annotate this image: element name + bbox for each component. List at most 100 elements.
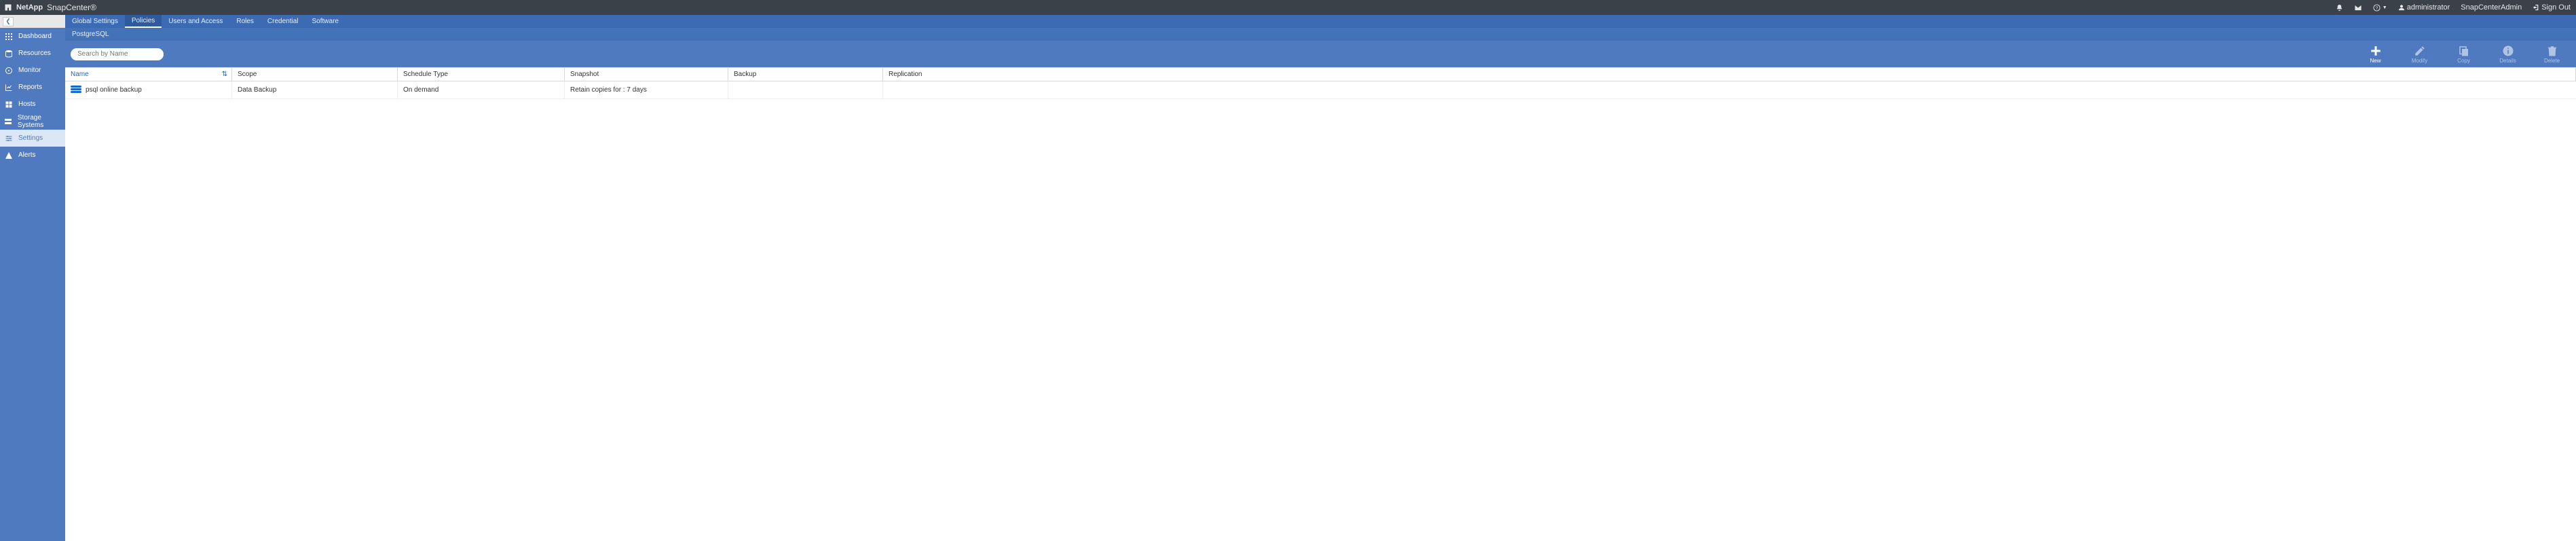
sidebar-item-label: Resources xyxy=(18,50,51,57)
sidebar-collapse-row: ❮ xyxy=(0,15,65,28)
signout-button[interactable]: Sign Out xyxy=(2527,0,2576,15)
search-input[interactable] xyxy=(71,48,164,60)
pencil-icon xyxy=(2414,45,2426,57)
grid-icon xyxy=(4,32,14,41)
cell-snapshot: Retain copies for : 7 days xyxy=(565,81,728,98)
signout-icon xyxy=(2533,4,2539,11)
action-modify[interactable]: Modify xyxy=(2401,45,2438,64)
role-text: SnapCenterAdmin xyxy=(2461,3,2522,12)
notifications-button[interactable] xyxy=(2330,0,2349,15)
col-header-label: Schedule Type xyxy=(403,71,448,78)
action-details[interactable]: Details xyxy=(2489,45,2526,64)
database-icon xyxy=(4,49,14,58)
col-header-label: Backup xyxy=(734,71,756,78)
action-new[interactable]: New xyxy=(2357,45,2394,64)
cell-schedule: On demand xyxy=(398,81,565,98)
brand-text: NetApp xyxy=(16,3,43,12)
tab-label: Software xyxy=(312,18,339,25)
help-icon: ? xyxy=(2373,4,2381,12)
chevron-left-icon: ❮ xyxy=(5,18,11,25)
sidebar-item-resources[interactable]: Resources xyxy=(0,45,65,62)
user-menu[interactable]: administrator xyxy=(2393,0,2456,15)
col-header-replication[interactable]: Replication xyxy=(883,68,2576,81)
col-header-label: Snapshot xyxy=(570,71,599,78)
mail-icon xyxy=(2354,4,2362,12)
action-label: New xyxy=(2370,58,2381,64)
netapp-logo-icon xyxy=(4,3,12,12)
sidebar-item-label: Reports xyxy=(18,83,42,91)
cell-name: psql online backup xyxy=(65,81,232,98)
messages-button[interactable] xyxy=(2349,0,2368,15)
sidebar-item-reports[interactable]: Reports xyxy=(0,79,65,96)
topbar: NetApp SnapCenter® ? ▼ administrator Sna… xyxy=(0,0,2576,15)
monitor-icon xyxy=(4,66,14,75)
product-text: SnapCenter® xyxy=(47,3,96,12)
subheader-text: PostgreSQL xyxy=(72,31,109,38)
action-delete[interactable]: Delete xyxy=(2533,45,2571,64)
tab-label: Users and Access xyxy=(168,18,223,25)
bell-icon xyxy=(2336,4,2343,12)
col-header-backup[interactable]: Backup xyxy=(728,68,883,81)
username: administrator xyxy=(2407,3,2450,12)
hosts-icon xyxy=(4,100,14,109)
toolbar: New Modify Copy Details Delete xyxy=(65,41,2576,68)
subheader: PostgreSQL xyxy=(65,28,2576,41)
sidebar-item-label: Storage Systems xyxy=(18,114,65,129)
cell-text: On demand xyxy=(403,86,438,94)
tab-label: Roles xyxy=(236,18,254,25)
trash-icon xyxy=(2546,45,2558,57)
sidebar: ❮ Dashboard Resources Monitor Reports Ho… xyxy=(0,15,65,541)
tab-label: Global Settings xyxy=(72,18,118,25)
action-copy[interactable]: Copy xyxy=(2445,45,2482,64)
sidebar-item-label: Alerts xyxy=(18,151,36,159)
sidebar-item-alerts[interactable]: Alerts xyxy=(0,147,65,164)
disk-stack-icon xyxy=(71,86,81,95)
action-label: Details xyxy=(2499,58,2516,64)
col-header-schedule[interactable]: Schedule Type xyxy=(398,68,565,81)
col-header-scope[interactable]: Scope xyxy=(232,68,398,81)
cell-text: Data Backup xyxy=(238,86,276,94)
sidebar-collapse-button[interactable]: ❮ xyxy=(3,17,14,26)
sidebar-item-hosts[interactable]: Hosts xyxy=(0,96,65,113)
sidebar-item-label: Monitor xyxy=(18,67,41,74)
copy-icon xyxy=(2458,45,2470,57)
cell-backup xyxy=(728,81,883,98)
plus-icon xyxy=(2370,45,2382,57)
cell-replication xyxy=(883,81,2576,98)
info-icon xyxy=(2502,45,2514,57)
chart-icon xyxy=(4,83,14,92)
cell-text: Retain copies for : 7 days xyxy=(570,86,647,94)
sidebar-item-label: Settings xyxy=(18,134,43,142)
sliders-icon xyxy=(4,134,14,143)
svg-text:?: ? xyxy=(2375,5,2378,10)
role-label[interactable]: SnapCenterAdmin xyxy=(2455,0,2527,15)
tab-label: Policies xyxy=(132,17,155,24)
action-label: Delete xyxy=(2544,58,2560,64)
sidebar-item-storage[interactable]: Storage Systems xyxy=(0,113,65,130)
tab-roles[interactable]: Roles xyxy=(229,15,261,28)
tab-users-access[interactable]: Users and Access xyxy=(162,15,229,28)
user-icon xyxy=(2398,4,2405,11)
tab-global-settings[interactable]: Global Settings xyxy=(65,15,125,28)
sidebar-item-dashboard[interactable]: Dashboard xyxy=(0,28,65,45)
tab-credential[interactable]: Credential xyxy=(261,15,305,28)
col-header-name[interactable]: Name ⇅ xyxy=(65,68,232,81)
main-content: Global Settings Policies Users and Acces… xyxy=(65,15,2576,541)
storage-icon xyxy=(4,117,13,126)
sidebar-item-monitor[interactable]: Monitor xyxy=(0,62,65,79)
help-menu[interactable]: ? ▼ xyxy=(2368,0,2393,15)
action-label: Modify xyxy=(2412,58,2428,64)
caret-down-icon: ▼ xyxy=(2383,5,2387,10)
sort-asc-icon: ⇅ xyxy=(222,71,231,78)
table-row[interactable]: psql online backup Data Backup On demand… xyxy=(65,81,2576,99)
tab-label: Credential xyxy=(267,18,299,25)
action-label: Copy xyxy=(2457,58,2470,64)
tab-software[interactable]: Software xyxy=(305,15,346,28)
tab-policies[interactable]: Policies xyxy=(125,15,162,28)
col-header-label: Replication xyxy=(889,71,922,78)
sidebar-item-settings[interactable]: Settings xyxy=(0,130,65,147)
table-header-row: Name ⇅ Scope Schedule Type Snapshot Back… xyxy=(65,68,2576,81)
col-header-label: Name xyxy=(71,71,89,78)
col-header-snapshot[interactable]: Snapshot xyxy=(565,68,728,81)
sidebar-item-label: Dashboard xyxy=(18,33,52,40)
